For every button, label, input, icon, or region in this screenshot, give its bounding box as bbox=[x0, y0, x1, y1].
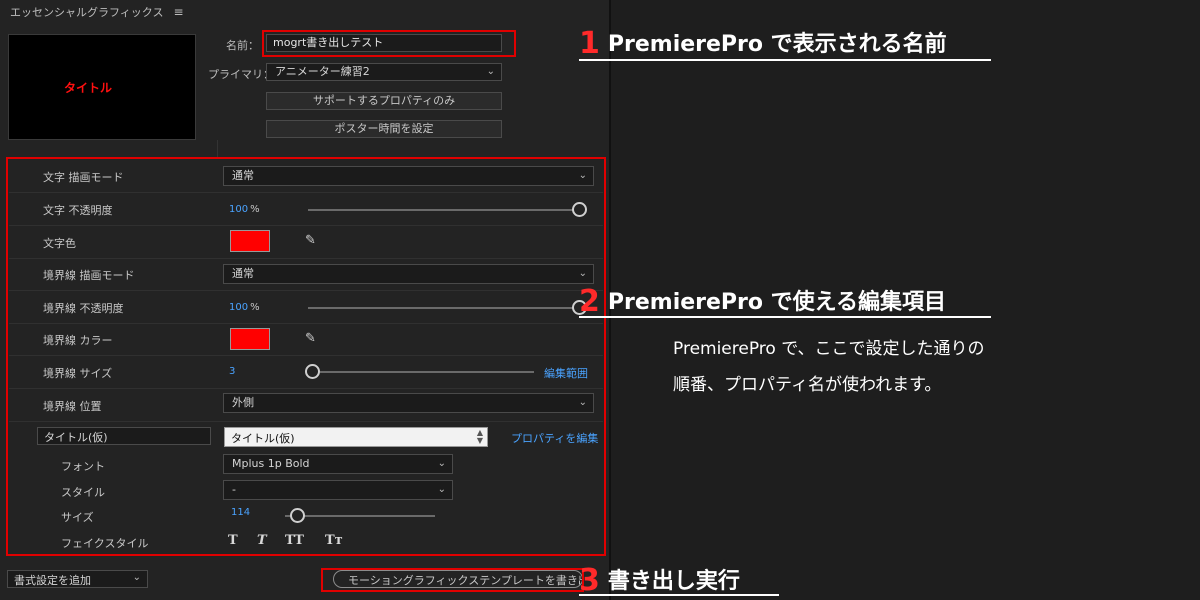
divider bbox=[217, 140, 218, 158]
property-row-text-opacity: 文字 不透明度 100% bbox=[9, 193, 603, 226]
chevron-down-icon: ⌄ bbox=[578, 268, 587, 279]
text-blend-mode-value: 通常 bbox=[232, 169, 254, 182]
eyedropper-icon[interactable]: ✎ bbox=[305, 331, 316, 346]
property-row-border-blend: 境界線 描画モード 通常 ⌄ bbox=[9, 258, 603, 291]
font-size-slider-knob[interactable] bbox=[290, 508, 305, 523]
annotation-2-description-line2: 順番、プロパティ名が使われます。 bbox=[673, 375, 942, 395]
font-value: Mplus 1p Bold bbox=[232, 457, 310, 470]
font-style-value: - bbox=[232, 483, 236, 496]
border-blend-mode-select[interactable]: 通常 ⌄ bbox=[223, 264, 594, 284]
font-size-value[interactable]: 114 bbox=[231, 507, 250, 518]
template-preview: タイトル bbox=[8, 34, 196, 140]
essential-graphics-panel: エッセンシャルグラフィックス ≡ タイトル 名前： mogrt書き出しテスト プ… bbox=[0, 0, 611, 600]
panel-title: エッセンシャルグラフィックス bbox=[10, 6, 164, 19]
supported-properties-button[interactable]: サポートするプロパティのみ bbox=[266, 92, 502, 110]
edit-properties-link[interactable]: プロパティを編集 bbox=[511, 430, 598, 446]
chevron-down-icon: ⌄ bbox=[578, 397, 587, 408]
panel-header: エッセンシャルグラフィックス ≡ bbox=[10, 4, 184, 20]
annotation-1-underline bbox=[579, 59, 991, 61]
property-row-border-size: 境界線 サイズ 3 編集範囲 bbox=[9, 356, 603, 389]
primary-label: プライマリ： bbox=[208, 68, 274, 81]
property-label: 境界線 位置 bbox=[43, 400, 102, 413]
name-label: 名前： bbox=[226, 39, 259, 52]
annotation-2: 2 PremierePro で使える編集項目 bbox=[579, 284, 947, 319]
eyedropper-icon[interactable]: ✎ bbox=[305, 233, 316, 248]
annotation-3: 3 書き出し実行 bbox=[579, 563, 740, 598]
property-label: 境界線 描画モード bbox=[43, 269, 135, 282]
size-label: サイズ bbox=[61, 511, 94, 524]
faux-style-label: フェイクスタイル bbox=[61, 537, 149, 550]
annotation-2-description-line1: PremierePro で、ここで設定した通りの bbox=[673, 339, 985, 359]
font-style-select[interactable]: - ⌄ bbox=[223, 480, 453, 500]
chevron-down-icon: ⌄ bbox=[132, 572, 141, 583]
property-row-border-position: 境界線 位置 外側 ⌄ bbox=[9, 389, 603, 422]
properties-list: 文字 描画モード 通常 ⌄ 文字 不透明度 100% 文字色 ✎ 境界線 描画モ… bbox=[9, 160, 603, 552]
source-text-value: タイトル(仮) bbox=[231, 432, 295, 445]
property-label: 文字 不透明度 bbox=[43, 204, 113, 217]
border-position-value: 外側 bbox=[232, 396, 254, 409]
template-name-input[interactable]: mogrt書き出しテスト bbox=[266, 34, 502, 52]
text-opacity-value[interactable]: 100% bbox=[229, 204, 260, 215]
add-formatting-value: 書式設定を追加 bbox=[14, 574, 91, 587]
chevron-down-icon: ⌄ bbox=[486, 66, 495, 77]
property-label: 文字色 bbox=[43, 237, 76, 250]
small-caps-button[interactable]: Tт bbox=[325, 533, 343, 548]
text-color-swatch[interactable] bbox=[230, 230, 270, 252]
font-size-slider-track[interactable] bbox=[285, 515, 435, 517]
chevron-down-icon: ⌄ bbox=[437, 484, 446, 495]
primary-select[interactable]: アニメーター練習2 ⌄ bbox=[266, 63, 502, 81]
border-size-slider-knob[interactable] bbox=[305, 364, 320, 379]
text-opacity-slider-knob[interactable] bbox=[572, 202, 587, 217]
text-layer-name-input[interactable]: タイトル(仮) bbox=[37, 427, 211, 445]
property-label: 境界線 不透明度 bbox=[43, 302, 124, 315]
source-text-input[interactable]: タイトル(仮) ▲ ▼ bbox=[224, 427, 488, 447]
chevron-down-icon: ⌄ bbox=[437, 458, 446, 469]
spin-arrows-icon[interactable]: ▲ ▼ bbox=[477, 429, 483, 445]
export-mogrt-button[interactable]: モーショングラフィックステンプレートを書き出し... bbox=[333, 570, 583, 588]
border-position-select[interactable]: 外側 ⌄ bbox=[223, 393, 594, 413]
add-formatting-select[interactable]: 書式設定を追加 ⌄ bbox=[7, 570, 148, 588]
border-blend-mode-value: 通常 bbox=[232, 267, 254, 280]
property-row-text-color: 文字色 ✎ bbox=[9, 226, 603, 259]
annotation-1: 1 PremierePro で表示される名前 bbox=[579, 26, 947, 61]
font-select[interactable]: Mplus 1p Bold ⌄ bbox=[223, 454, 453, 474]
faux-italic-button[interactable]: T bbox=[257, 533, 267, 548]
property-label: 境界線 カラー bbox=[43, 334, 113, 347]
text-opacity-slider-track[interactable] bbox=[308, 209, 576, 211]
border-size-slider-track[interactable] bbox=[320, 371, 534, 373]
edit-range-link[interactable]: 編集範囲 bbox=[544, 365, 588, 381]
annotation-2-underline bbox=[579, 316, 991, 318]
chevron-down-icon: ⌄ bbox=[578, 170, 587, 181]
property-label: 境界線 サイズ bbox=[43, 367, 113, 380]
property-label: 文字 描画モード bbox=[43, 171, 124, 184]
border-opacity-value[interactable]: 100% bbox=[229, 302, 260, 313]
panel-menu-icon[interactable]: ≡ bbox=[173, 5, 183, 19]
property-row-text-blend: 文字 描画モード 通常 ⌄ bbox=[9, 160, 603, 193]
faux-bold-button[interactable]: T bbox=[228, 533, 238, 548]
style-label: スタイル bbox=[61, 486, 105, 499]
primary-select-value: アニメーター練習2 bbox=[275, 65, 370, 78]
property-row-border-color: 境界線 カラー ✎ bbox=[9, 323, 603, 356]
annotation-3-underline bbox=[579, 594, 779, 596]
all-caps-button[interactable]: TT bbox=[285, 533, 304, 548]
text-blend-mode-select[interactable]: 通常 ⌄ bbox=[223, 166, 594, 186]
preview-title-text: タイトル bbox=[64, 81, 113, 95]
font-label: フォント bbox=[61, 460, 105, 473]
border-color-swatch[interactable] bbox=[230, 328, 270, 350]
set-poster-time-button[interactable]: ポスター時間を設定 bbox=[266, 120, 502, 138]
border-opacity-slider-track[interactable] bbox=[308, 307, 576, 309]
border-size-value[interactable]: 3 bbox=[229, 366, 235, 377]
property-row-border-opacity: 境界線 不透明度 100% bbox=[9, 291, 603, 324]
